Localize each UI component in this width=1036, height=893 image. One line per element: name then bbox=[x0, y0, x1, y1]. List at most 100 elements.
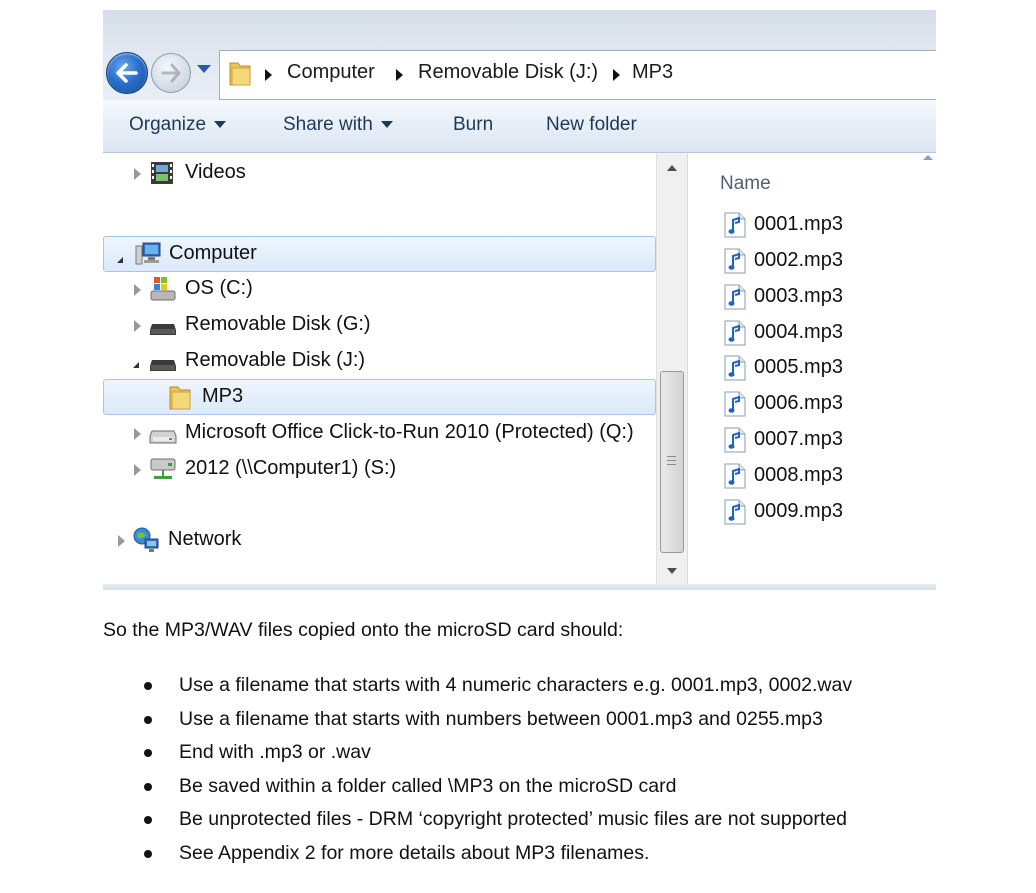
removable-disk-icon bbox=[150, 324, 176, 335]
file-name: 0009.mp3 bbox=[754, 500, 843, 522]
audio-file-icon bbox=[724, 499, 746, 525]
audio-file-icon bbox=[724, 391, 746, 417]
explorer-window-screenshot: Computer Removable Disk (J:) MP3 Organiz… bbox=[103, 10, 936, 590]
list-item: Use a filename that starts with numbers … bbox=[179, 708, 823, 730]
breadcrumb-separator-icon[interactable] bbox=[396, 69, 403, 81]
scroll-down-arrow-icon[interactable] bbox=[667, 568, 677, 574]
audio-file-icon bbox=[724, 320, 746, 346]
bullet-icon bbox=[144, 749, 152, 757]
file-name: 0006.mp3 bbox=[754, 392, 843, 414]
scroll-up-arrow-icon[interactable] bbox=[667, 165, 677, 171]
nav-item-label: Network bbox=[168, 528, 242, 550]
audio-file-icon bbox=[724, 355, 746, 381]
network-icon bbox=[133, 527, 159, 552]
os-drive-icon bbox=[150, 277, 176, 301]
grip-line bbox=[667, 456, 676, 457]
nav-item-office-drive-q[interactable]: Microsoft Office Click-to-Run 2010 (Prot… bbox=[103, 416, 656, 450]
expand-arrow-icon[interactable] bbox=[134, 428, 141, 440]
nav-item-label: Removable Disk (G:) bbox=[185, 313, 371, 335]
nav-item-label: MP3 bbox=[202, 385, 244, 407]
expand-arrow-icon[interactable] bbox=[134, 464, 141, 476]
sort-ascending-icon bbox=[923, 155, 933, 160]
new-folder-button[interactable]: New folder bbox=[546, 114, 637, 136]
expand-arrow-icon[interactable] bbox=[134, 284, 141, 296]
navigation-pane: Videos Computer OS (C:) Removable Disk (… bbox=[103, 153, 656, 590]
forward-button[interactable] bbox=[151, 53, 191, 93]
forward-arrow-icon bbox=[161, 63, 181, 83]
breadcrumb-separator-icon[interactable] bbox=[265, 69, 272, 81]
bullet-icon bbox=[144, 816, 152, 824]
collapse-arrow-icon[interactable] bbox=[133, 356, 139, 368]
file-name: 0001.mp3 bbox=[754, 213, 843, 235]
nav-item-label: Computer bbox=[169, 242, 257, 264]
bullet-icon bbox=[144, 850, 152, 858]
back-button[interactable] bbox=[106, 52, 148, 94]
nav-item-label: Removable Disk (J:) bbox=[185, 349, 366, 371]
folder-icon bbox=[169, 386, 191, 410]
nav-item-network-drive-s[interactable]: 2012 (\\Computer1) (S:) bbox=[103, 452, 656, 486]
back-arrow-icon bbox=[116, 63, 138, 83]
expand-arrow-icon[interactable] bbox=[134, 320, 141, 332]
share-with-label: Share with bbox=[283, 114, 373, 135]
audio-file-icon bbox=[724, 212, 746, 238]
computer-icon bbox=[135, 242, 161, 265]
videos-icon bbox=[151, 162, 173, 184]
audio-file-icon bbox=[724, 463, 746, 489]
organize-button[interactable]: Organize bbox=[129, 114, 227, 136]
expand-arrow-icon[interactable] bbox=[118, 535, 125, 547]
file-name: 0007.mp3 bbox=[754, 428, 843, 450]
nav-item-removable-disk-j[interactable]: Removable Disk (J:) bbox=[103, 344, 656, 378]
intro-paragraph: So the MP3/WAV files copied onto the mic… bbox=[103, 619, 624, 641]
breadcrumb-removable-disk-j[interactable]: Removable Disk (J:) bbox=[418, 61, 598, 84]
nav-item-label: Videos bbox=[185, 161, 246, 183]
chevron-down-icon bbox=[214, 121, 227, 129]
expand-arrow-icon[interactable] bbox=[134, 168, 141, 180]
grip-line bbox=[667, 464, 676, 465]
address-box[interactable]: Computer Removable Disk (J:) MP3 bbox=[219, 50, 936, 100]
nav-item-mp3[interactable]: MP3 bbox=[103, 379, 656, 415]
recent-pages-dropdown[interactable] bbox=[197, 65, 211, 73]
file-name: 0003.mp3 bbox=[754, 285, 843, 307]
bullet-icon bbox=[144, 716, 152, 724]
nav-item-label: Microsoft Office Click-to-Run 2010 (Prot… bbox=[185, 421, 634, 443]
burn-button[interactable]: Burn bbox=[453, 114, 493, 136]
nav-item-network[interactable]: Network bbox=[103, 523, 656, 557]
nav-item-label: OS (C:) bbox=[185, 277, 253, 299]
bullet-icon bbox=[144, 682, 152, 690]
list-item: End with .mp3 or .wav bbox=[179, 741, 371, 763]
file-list-pane: Name 0001.mp3 0002.mp3 0003.mp3 0004.mp3… bbox=[687, 153, 936, 590]
grip-line bbox=[667, 460, 676, 461]
file-name: 0008.mp3 bbox=[754, 464, 843, 486]
share-with-button[interactable]: Share with bbox=[283, 114, 393, 136]
nav-item-label: 2012 (\\Computer1) (S:) bbox=[185, 457, 397, 479]
audio-file-icon bbox=[724, 248, 746, 274]
scroll-thumb[interactable] bbox=[660, 371, 684, 553]
column-header-name[interactable]: Name bbox=[720, 173, 771, 195]
removable-disk-icon bbox=[150, 360, 176, 371]
nav-item-computer[interactable]: Computer bbox=[103, 236, 656, 272]
address-bar-area: Computer Removable Disk (J:) MP3 bbox=[103, 10, 936, 101]
nav-item-removable-disk-g[interactable]: Removable Disk (G:) bbox=[103, 308, 656, 342]
drive-icon bbox=[149, 430, 177, 444]
audio-file-icon bbox=[724, 284, 746, 310]
breadcrumb-mp3[interactable]: MP3 bbox=[632, 61, 673, 84]
file-name: 0002.mp3 bbox=[754, 249, 843, 271]
list-item: Use a filename that starts with 4 numeri… bbox=[179, 674, 853, 696]
nav-item-os-c[interactable]: OS (C:) bbox=[103, 272, 656, 306]
nav-item-videos[interactable]: Videos bbox=[103, 156, 656, 190]
network-drive-icon bbox=[150, 458, 176, 479]
bullet-icon bbox=[144, 783, 152, 791]
file-name: 0005.mp3 bbox=[754, 356, 843, 378]
collapse-arrow-icon[interactable] bbox=[117, 251, 123, 263]
window-bottom-edge bbox=[103, 584, 936, 590]
chevron-down-icon bbox=[380, 121, 393, 129]
breadcrumb-computer[interactable]: Computer bbox=[287, 61, 375, 84]
folder-icon bbox=[229, 62, 251, 86]
nav-pane-scrollbar[interactable] bbox=[656, 153, 687, 590]
breadcrumb-separator-icon[interactable] bbox=[613, 69, 620, 81]
list-item: See Appendix 2 for more details about MP… bbox=[179, 842, 650, 864]
file-name: 0004.mp3 bbox=[754, 321, 843, 343]
command-toolbar: Organize Share with Burn New folder bbox=[103, 100, 936, 153]
list-item: Be unprotected files - DRM ‘copyright pr… bbox=[179, 808, 848, 830]
organize-label: Organize bbox=[129, 114, 207, 135]
